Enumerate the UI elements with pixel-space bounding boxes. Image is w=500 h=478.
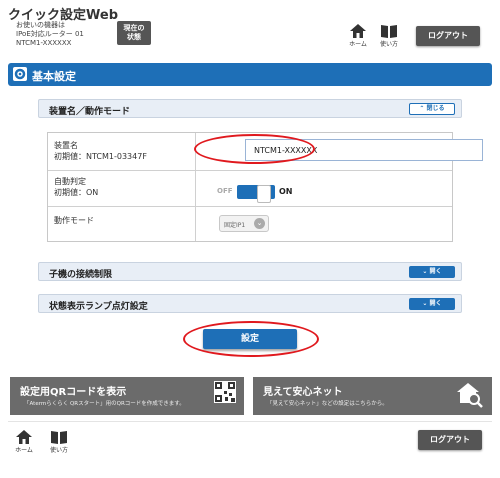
expand-button[interactable]: ⌄ 開く (409, 266, 455, 278)
accordion-lamp[interactable]: 状態表示ランプ点灯設定 ⌄ 開く (38, 294, 462, 313)
setting-default: 初期値：ON (54, 188, 99, 197)
footer-manual-nav[interactable]: 使い方 (47, 430, 71, 454)
mieru-banner-title: 見えて安心ネット (263, 387, 343, 398)
status-button-line: 状態 (127, 33, 141, 41)
mieru-banner[interactable]: 見えて安心ネット 「見えて安心ネット」などの設定はこちらから。 (253, 377, 492, 415)
manual-label: 使い方 (49, 447, 68, 454)
footer-logout-button[interactable]: ログアウト (418, 430, 482, 450)
row-key: 装置名 初期値：NTCM1-03347F (48, 133, 196, 170)
gear-icon (13, 67, 27, 81)
home-icon (16, 430, 32, 444)
setting-label: 動作モード (54, 216, 94, 225)
collapse-label: 閉じる (426, 105, 445, 112)
current-status-button[interactable]: 現在の 状態 (117, 21, 151, 45)
manual-nav[interactable]: 使い方 (377, 24, 401, 48)
accordion-label: 装置名／動作モード (49, 107, 131, 117)
accordion-device-mode[interactable]: 装置名／動作モード ⌃ 閉じる (38, 99, 462, 118)
mode-select[interactable]: 固定IP1 ⌄ (219, 215, 269, 232)
setting-default: 初期値：NTCM1-03347F (54, 152, 147, 161)
row-auto-detect: 自動判定 初期値：ON OFF ON (48, 171, 452, 207)
mode-select-value: 固定IP1 (224, 222, 246, 229)
footer-divider (8, 421, 492, 422)
book-icon (381, 25, 397, 38)
accordion-child-limit[interactable]: 子機の接続制限 ⌄ 開く (38, 262, 462, 281)
book-icon (51, 431, 67, 444)
collapse-button[interactable]: ⌃ 閉じる (409, 103, 455, 115)
accordion-label: 子機の接続制限 (49, 270, 113, 280)
device-info-line: NTCM1-XXXXXX (16, 39, 72, 47)
device-info: お使いの機器は IPoE対応ルーター 01 NTCM1-XXXXXX (16, 21, 84, 48)
row-key: 自動判定 初期値：ON (48, 171, 196, 206)
chevron-down-icon: ⌄ (422, 300, 428, 307)
chevron-up-icon: ⌃ (419, 105, 425, 112)
header: クイック設定Web お使いの機器は IPoE対応ルーター 01 NTCM1-XX… (0, 0, 500, 56)
highlight-ellipse-device-name (194, 134, 315, 164)
home-icon (350, 24, 366, 38)
row-value: 固定IP1 ⌄ (197, 207, 452, 241)
toggle-on-label: ON (279, 187, 293, 196)
section-title: 基本設定 (32, 70, 76, 83)
house-magnifier-icon (457, 383, 483, 408)
setting-label: 装置名 (54, 141, 78, 150)
home-label: ホーム (15, 447, 33, 454)
highlight-ellipse-set-button (183, 321, 319, 357)
device-info-line: IPoE対応ルーター 01 (16, 30, 84, 38)
row-key: 動作モード (48, 207, 196, 241)
expand-button[interactable]: ⌄ 開く (409, 298, 455, 310)
device-info-line: お使いの機器は (16, 21, 65, 29)
row-value: OFF ON (197, 171, 452, 206)
toggle-track (237, 185, 275, 203)
auto-detect-toggle[interactable]: OFF ON (217, 183, 327, 203)
logout-button[interactable]: ログアウト (416, 26, 480, 46)
qr-banner[interactable]: 設定用QRコードを表示 「Atermらくらく QRスタート」用のQRコードを作成… (10, 377, 244, 415)
status-button-line: 現在の (123, 24, 145, 32)
home-label: ホーム (349, 41, 367, 48)
qr-banner-subtitle: 「Atermらくらく QRスタート」用のQRコードを作成できます。 (24, 401, 185, 407)
setting-label: 自動判定 (54, 177, 86, 186)
accordion-label: 状態表示ランプ点灯設定 (49, 302, 148, 312)
home-nav[interactable]: ホーム (346, 24, 370, 48)
row-mode: 動作モード 固定IP1 ⌄ (48, 207, 452, 241)
expand-label: 開く (429, 300, 442, 307)
section-bar: 基本設定 (8, 63, 492, 86)
qr-banner-title: 設定用QRコードを表示 (20, 387, 127, 398)
footer-home-nav[interactable]: ホーム (12, 430, 36, 454)
chevron-down-icon: ⌄ (422, 268, 428, 275)
toggle-knob (257, 185, 271, 203)
chevron-down-icon: ⌄ (254, 218, 265, 229)
expand-label: 開く (429, 268, 442, 275)
manual-label: 使い方 (379, 41, 398, 48)
qr-code-icon (214, 381, 236, 403)
toggle-off-label: OFF (217, 187, 233, 195)
mieru-banner-subtitle: 「見えて安心ネット」などの設定はこちらから。 (267, 401, 388, 407)
